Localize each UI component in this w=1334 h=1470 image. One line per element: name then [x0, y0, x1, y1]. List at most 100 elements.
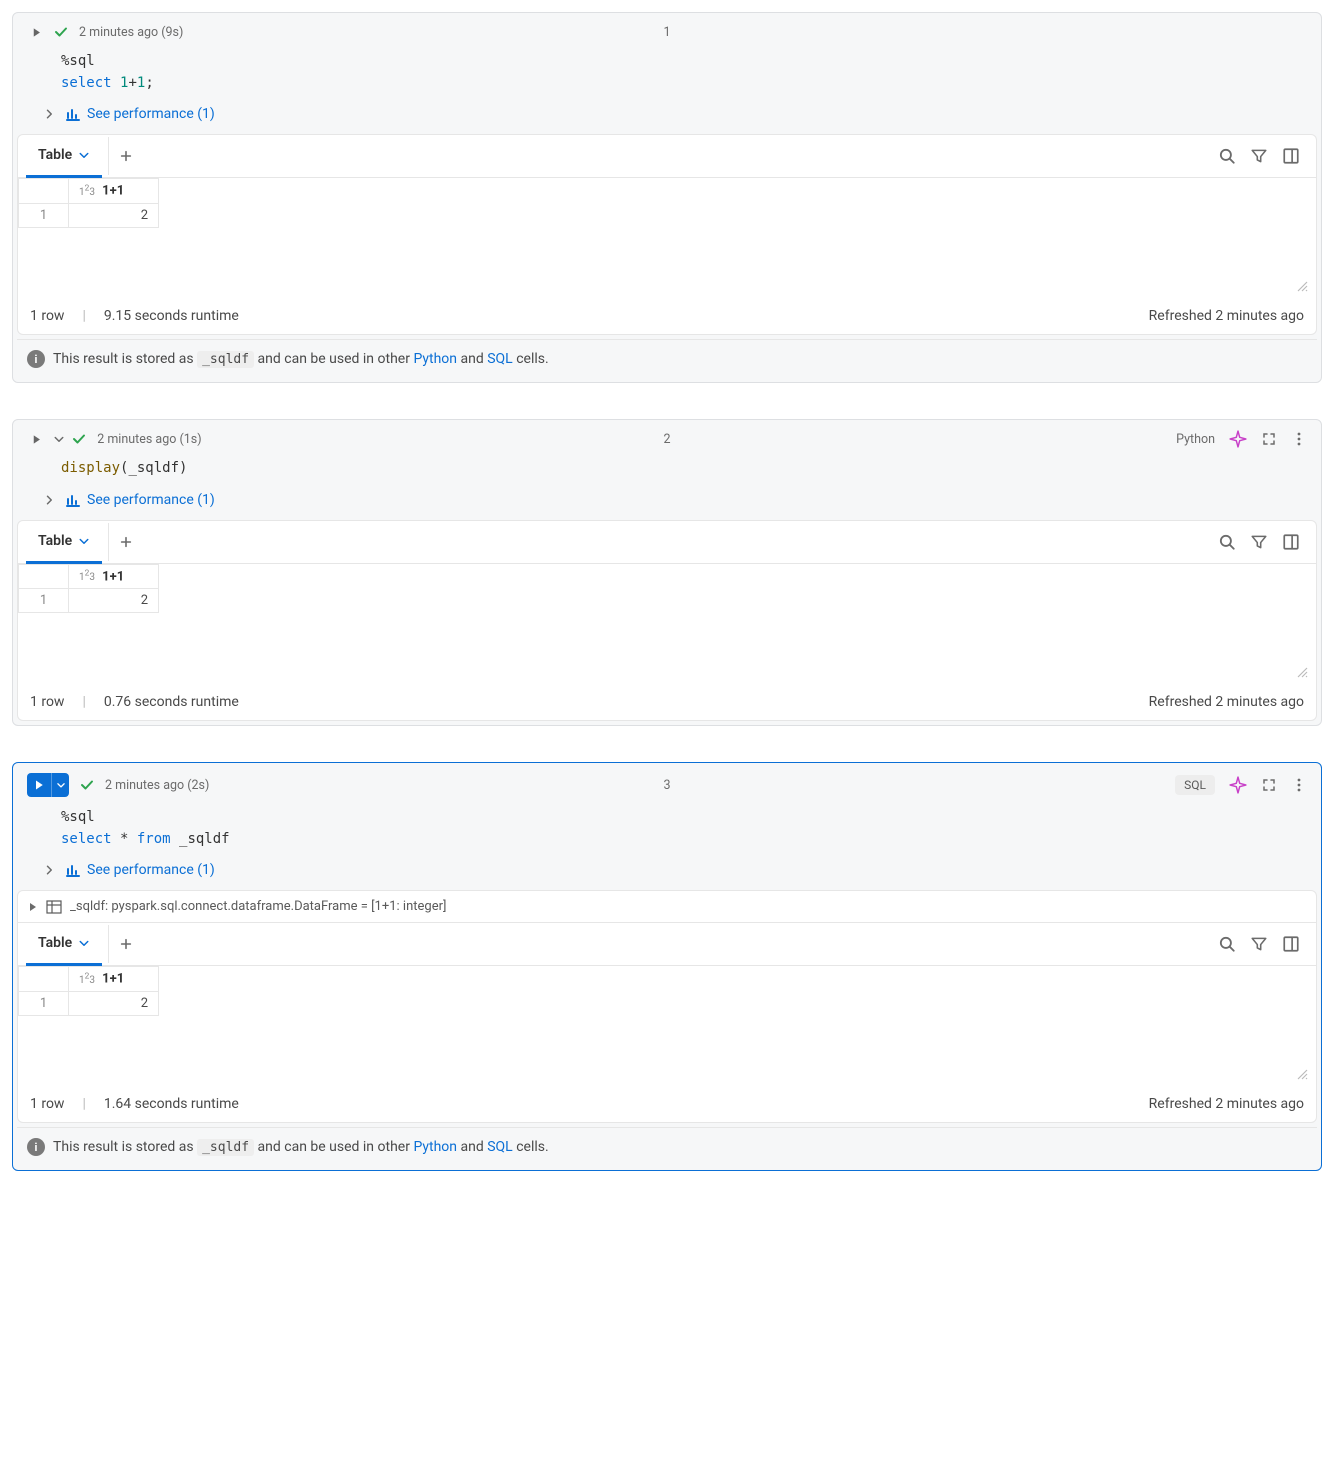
chevron-down-icon — [78, 937, 90, 949]
see-performance-link[interactable]: See performance (1) — [13, 486, 1321, 520]
column-name: 1+1 — [102, 569, 124, 584]
add-tab-button[interactable] — [108, 523, 143, 561]
language-pill[interactable]: SQL — [1175, 775, 1215, 795]
add-tab-button[interactable] — [108, 925, 143, 963]
cell-value: 2 — [69, 589, 159, 613]
cell-header: 2 minutes ago (2s) 3 SQL — [13, 763, 1321, 801]
run-button[interactable] — [27, 430, 45, 448]
number-type-icon: 123 — [79, 975, 95, 986]
runtime-label: 0.76 seconds runtime — [104, 694, 239, 710]
result-panel: _sqldf: pyspark.sql.connect.dataframe.Da… — [17, 890, 1317, 1123]
result-footer: 1 row | 0.76 seconds runtime Refreshed 2… — [18, 684, 1316, 720]
data-table: 123 1+1 1 2 — [18, 178, 159, 227]
chevron-right-icon — [43, 864, 55, 876]
fullscreen-icon[interactable] — [1261, 431, 1277, 447]
notebook-cell: 2 minutes ago (1s)2Python display(_sqldf… — [12, 419, 1322, 726]
cell-timestamp: 2 minutes ago (2s) — [105, 778, 209, 793]
sql-link[interactable]: SQL — [487, 351, 512, 367]
search-icon[interactable] — [1218, 935, 1236, 953]
info-text: This result is stored as _sqldf and can … — [53, 1139, 549, 1155]
result-panel: Table 123 1+1 1 2 — [17, 520, 1317, 721]
resize-handle-icon[interactable] — [1294, 278, 1308, 292]
schema-output[interactable]: _sqldf: pyspark.sql.connect.dataframe.Da… — [18, 891, 1316, 923]
kebab-menu-icon[interactable] — [1291, 431, 1307, 447]
expand-chevron[interactable] — [53, 433, 65, 445]
column-name: 1+1 — [102, 972, 124, 987]
chevron-right-icon — [43, 494, 55, 506]
data-table: 123 1+1 1 2 — [18, 564, 159, 613]
panel-icon[interactable] — [1282, 147, 1300, 165]
chevron-right-icon — [43, 108, 55, 120]
cell-header: 2 minutes ago (1s)2Python — [13, 420, 1321, 452]
result-tabs: Table — [18, 135, 1316, 178]
search-icon[interactable] — [1218, 533, 1236, 551]
data-table: 123 1+1 1 2 — [18, 966, 159, 1015]
schema-text: _sqldf: pyspark.sql.connect.dataframe.Da… — [70, 899, 446, 914]
resize-handle-icon[interactable] — [1294, 1066, 1308, 1080]
row-number: 1 — [19, 203, 69, 227]
column-header[interactable]: 123 1+1 — [69, 967, 159, 991]
cell-number: 3 — [663, 778, 670, 793]
table-tab[interactable]: Table — [26, 521, 102, 564]
resize-handle-icon[interactable] — [1294, 664, 1308, 678]
see-performance-link[interactable]: See performance (1) — [13, 856, 1321, 890]
variable-chip: _sqldf — [197, 351, 254, 368]
table-row[interactable]: 1 2 — [19, 589, 159, 613]
code-editor[interactable]: %sql select 1+1; — [13, 45, 1321, 100]
cell-toolbar: SQL — [1175, 775, 1307, 795]
kebab-menu-icon[interactable] — [1291, 777, 1307, 793]
tab-label: Table — [38, 935, 72, 951]
runtime-label: 1.64 seconds runtime — [104, 1096, 239, 1112]
tab-label: Table — [38, 533, 72, 549]
cell-number: 1 — [663, 25, 670, 40]
column-header[interactable]: 123 1+1 — [69, 565, 159, 589]
result-footer: 1 row | 9.15 seconds runtime Refreshed 2… — [18, 298, 1316, 334]
language-label[interactable]: Python — [1176, 432, 1215, 447]
column-header[interactable]: 123 1+1 — [69, 179, 159, 203]
panel-icon[interactable] — [1282, 935, 1300, 953]
python-link[interactable]: Python — [413, 351, 457, 367]
filter-icon[interactable] — [1250, 147, 1268, 165]
sql-link[interactable]: SQL — [487, 1139, 512, 1155]
row-number: 1 — [19, 991, 69, 1015]
table-tab[interactable]: Table — [26, 135, 102, 178]
filter-icon[interactable] — [1250, 533, 1268, 551]
row-count: 1 row — [30, 308, 64, 324]
chevron-down-icon — [78, 149, 90, 161]
result-tabs: Table — [18, 521, 1316, 564]
run-menu-button[interactable] — [51, 773, 69, 797]
run-button[interactable] — [27, 773, 51, 797]
fullscreen-icon[interactable] — [1261, 777, 1277, 793]
run-button[interactable] — [27, 23, 45, 41]
code-editor[interactable]: %sql select * from _sqldf — [13, 801, 1321, 856]
see-performance-link[interactable]: See performance (1) — [13, 100, 1321, 134]
panel-icon[interactable] — [1282, 533, 1300, 551]
filter-icon[interactable] — [1250, 935, 1268, 953]
triangle-right-icon — [28, 902, 38, 912]
result-tabs: Table — [18, 923, 1316, 966]
cell-timestamp: 2 minutes ago (1s) — [97, 432, 201, 447]
refreshed-label: Refreshed 2 minutes ago — [1149, 694, 1304, 710]
bar-chart-icon — [65, 106, 81, 122]
number-type-icon: 123 — [79, 572, 95, 583]
number-type-icon: 123 — [79, 187, 95, 198]
python-link[interactable]: Python — [413, 1139, 457, 1155]
perf-label: See performance (1) — [87, 106, 215, 122]
assistant-icon[interactable] — [1229, 430, 1247, 448]
table-row[interactable]: 1 2 — [19, 991, 159, 1015]
row-count: 1 row — [30, 694, 64, 710]
success-check-icon — [79, 777, 95, 793]
add-tab-button[interactable] — [108, 137, 143, 175]
assistant-icon[interactable] — [1229, 776, 1247, 794]
table-row[interactable]: 1 2 — [19, 203, 159, 227]
notebook-cell: 2 minutes ago (9s) 1 %sql select 1+1; See… — [12, 12, 1322, 383]
code-editor[interactable]: display(_sqldf) — [13, 452, 1321, 486]
row-number: 1 — [19, 589, 69, 613]
cell-timestamp: 2 minutes ago (9s) — [79, 25, 183, 40]
data-table-area: 123 1+1 1 2 — [18, 966, 1316, 1086]
table-tab[interactable]: Table — [26, 923, 102, 966]
cell-toolbar: Python — [1176, 430, 1307, 448]
perf-label: See performance (1) — [87, 862, 215, 878]
search-icon[interactable] — [1218, 147, 1236, 165]
data-table-area: 123 1+1 1 2 — [18, 178, 1316, 298]
